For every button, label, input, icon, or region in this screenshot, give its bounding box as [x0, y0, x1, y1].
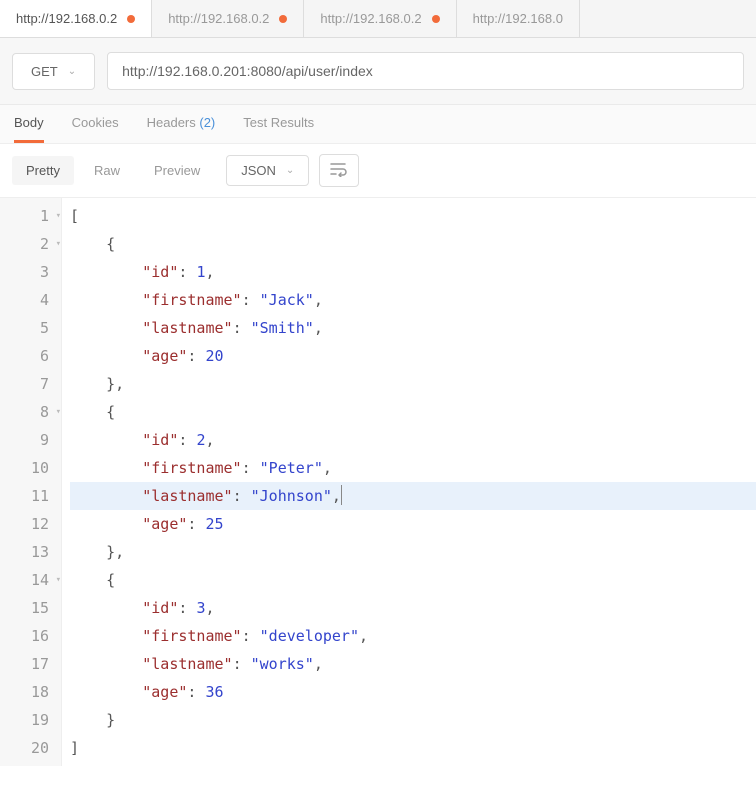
response-body: 1234567891011121314151617181920 [ { "id"… [0, 198, 756, 766]
code-line: }, [70, 538, 756, 566]
view-preview[interactable]: Preview [140, 156, 214, 185]
line-number: 12 [0, 510, 61, 538]
line-number: 2 [0, 230, 61, 258]
line-number: 17 [0, 650, 61, 678]
response-tabs: Body Cookies Headers (2) Test Results [0, 105, 756, 144]
line-number: 9 [0, 426, 61, 454]
line-gutter: 1234567891011121314151617181920 [0, 198, 62, 766]
text-cursor [341, 485, 342, 505]
url-input[interactable] [107, 52, 744, 90]
line-number: 13 [0, 538, 61, 566]
wrap-lines-button[interactable] [319, 154, 359, 187]
method-label: GET [31, 64, 58, 79]
code-line: "firstname": "Peter", [70, 454, 756, 482]
code-line: } [70, 706, 756, 734]
line-number: 8 [0, 398, 61, 426]
line-number: 10 [0, 454, 61, 482]
line-number: 14 [0, 566, 61, 594]
chevron-down-icon: ⌄ [286, 165, 294, 176]
chevron-down-icon: ⌄ [68, 66, 76, 77]
code-line: "lastname": "Smith", [70, 314, 756, 342]
view-raw[interactable]: Raw [80, 156, 134, 185]
request-tab[interactable]: http://192.168.0.2 [152, 0, 304, 37]
code-line: "id": 3, [70, 594, 756, 622]
line-number: 4 [0, 286, 61, 314]
wrap-icon [330, 161, 348, 177]
view-toolbar: Pretty Raw Preview JSON ⌄ [0, 144, 756, 198]
request-tab[interactable]: http://192.168.0 [457, 0, 580, 37]
tab-label: http://192.168.0 [473, 11, 563, 26]
tab-label: http://192.168.0.2 [168, 11, 269, 26]
request-tab[interactable]: http://192.168.0.2 [0, 0, 152, 37]
line-number: 19 [0, 706, 61, 734]
request-tab[interactable]: http://192.168.0.2 [304, 0, 456, 37]
tab-headers-label: Headers [147, 115, 196, 130]
line-number: 1 [0, 202, 61, 230]
unsaved-dot-icon [432, 15, 440, 23]
code-line: ] [70, 734, 756, 762]
method-select[interactable]: GET ⌄ [12, 53, 95, 90]
code-line: "lastname": "Johnson", [70, 482, 756, 510]
view-pretty[interactable]: Pretty [12, 156, 74, 185]
code-line: { [70, 230, 756, 258]
request-tabs: http://192.168.0.2 http://192.168.0.2 http… [0, 0, 756, 38]
tab-label: http://192.168.0.2 [320, 11, 421, 26]
tab-cookies[interactable]: Cookies [72, 105, 119, 143]
code-line: "firstname": "Jack", [70, 286, 756, 314]
format-select[interactable]: JSON ⌄ [226, 155, 309, 186]
code-line: "id": 2, [70, 426, 756, 454]
line-number: 16 [0, 622, 61, 650]
tab-body[interactable]: Body [14, 105, 44, 143]
tab-headers[interactable]: Headers (2) [147, 105, 216, 143]
line-number: 18 [0, 678, 61, 706]
headers-count: (2) [199, 115, 215, 130]
line-number: 15 [0, 594, 61, 622]
code-line: "age": 36 [70, 678, 756, 706]
code-line: }, [70, 370, 756, 398]
code-line: "id": 1, [70, 258, 756, 286]
unsaved-dot-icon [279, 15, 287, 23]
code-line: "firstname": "developer", [70, 622, 756, 650]
line-number: 6 [0, 342, 61, 370]
code-line: "age": 25 [70, 510, 756, 538]
code-content[interactable]: [ { "id": 1, "firstname": "Jack", "lastn… [62, 198, 756, 766]
tab-label: http://192.168.0.2 [16, 11, 117, 26]
line-number: 11 [0, 482, 61, 510]
code-line: [ [70, 202, 756, 230]
code-line: "age": 20 [70, 342, 756, 370]
tab-test-results[interactable]: Test Results [243, 105, 314, 143]
code-line: { [70, 566, 756, 594]
line-number: 5 [0, 314, 61, 342]
format-label: JSON [241, 163, 276, 178]
line-number: 7 [0, 370, 61, 398]
code-line: "lastname": "works", [70, 650, 756, 678]
request-row: GET ⌄ [0, 38, 756, 105]
line-number: 3 [0, 258, 61, 286]
code-line: { [70, 398, 756, 426]
unsaved-dot-icon [127, 15, 135, 23]
line-number: 20 [0, 734, 61, 762]
